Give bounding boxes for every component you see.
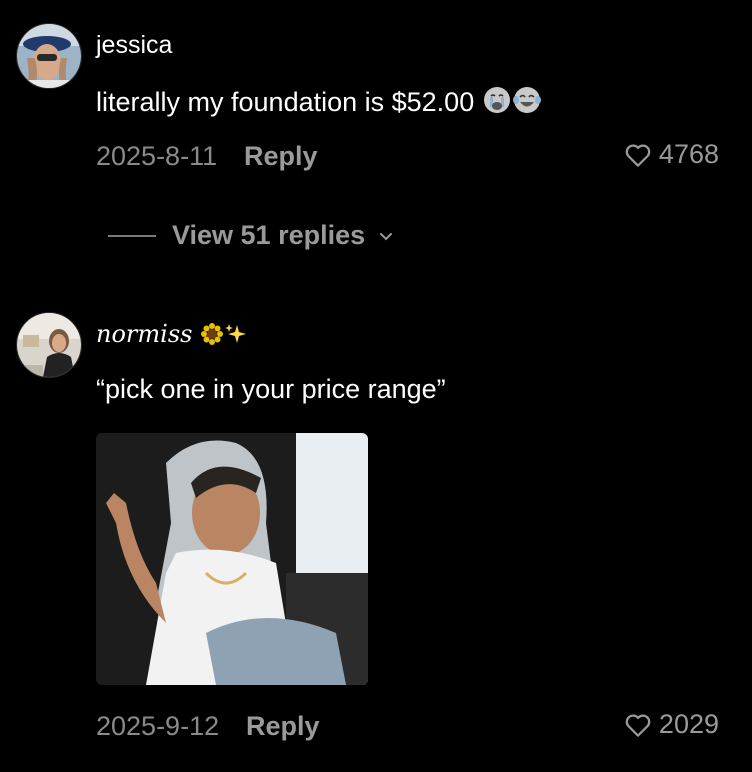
avatar-jessica[interactable] [16, 23, 82, 89]
like-count: 4768 [658, 139, 719, 169]
comment-date: 2025-8-11 [96, 141, 218, 171]
reply-button[interactable]: Reply [244, 141, 318, 172]
sparkles-icon [224, 322, 248, 352]
avatar-image [17, 313, 81, 377]
like-count: 2029 [658, 709, 719, 739]
gif-image [96, 433, 368, 685]
avatar-image [17, 24, 81, 88]
chevron-down-icon [380, 232, 393, 240]
comment-text: literally my foundation is $52.00 [96, 85, 542, 122]
comment-username[interactable]: normiss [96, 320, 248, 352]
tears-of-joy-face-icon [512, 85, 542, 122]
loudly-crying-face-icon [482, 85, 512, 122]
heart-icon [625, 713, 651, 737]
comment-username[interactable]: jessica [96, 31, 172, 60]
heart-icon [625, 143, 651, 167]
sunflower-icon [200, 322, 224, 352]
comment-date: 2025-9-12 [96, 711, 220, 741]
divider-line [108, 234, 156, 237]
comment-text-body: literally my foundation is $52.00 [96, 87, 475, 117]
avatar-normiss[interactable] [16, 312, 82, 378]
view-replies-button[interactable]: View 51 replies [108, 220, 395, 251]
username-text: normiss [96, 320, 193, 348]
like-button[interactable]: 4768 [623, 139, 719, 170]
reply-button[interactable]: Reply [246, 711, 320, 742]
like-button[interactable]: 2029 [623, 709, 719, 740]
comment-text: “pick one in your price range” [96, 374, 446, 404]
view-replies-label: View 51 replies [172, 220, 366, 250]
gif-attachment[interactable] [96, 433, 368, 685]
